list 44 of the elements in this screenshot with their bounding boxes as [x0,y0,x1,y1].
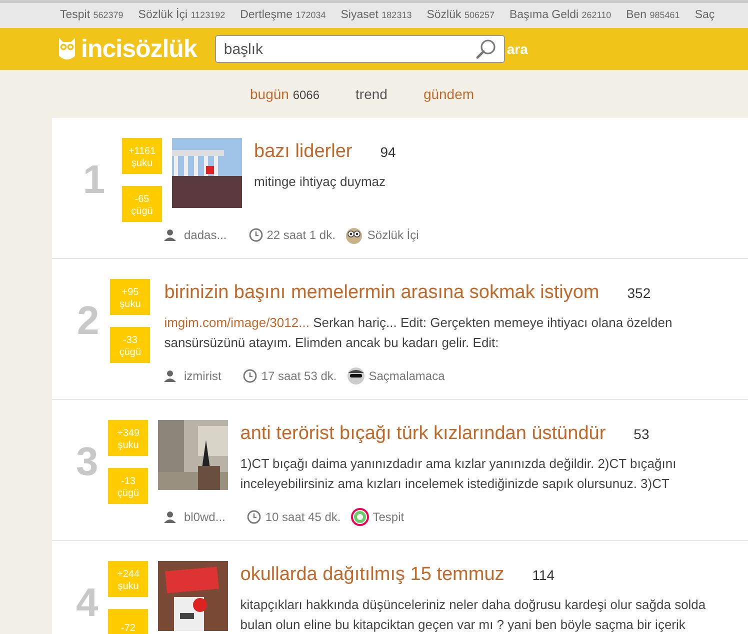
author-link[interactable]: bl0wd... [184,508,226,526]
tab[interactable]: gündem [423,84,474,104]
topic-title[interactable]: anti terörist bıçağı türk kızlarından üstündür [240,420,606,448]
clock-icon [247,510,262,524]
clock-icon [248,228,263,242]
category-link[interactable]: Saçmalamaca [368,367,445,385]
entry-snippet: kitapçıkları hakkında düşünceleriniz neler daha doğrusu kardeşi olur sağda solda bulan olun eline bu kitapciktan geçen var mı ? yani ben böyle saçma bir içerik [240,596,707,634]
category-link[interactable]: Saç [694,6,715,24]
link[interactable]: imgim.com/image/3012... [164,314,310,330]
category-link[interactable]: Sözlük 506257 [426,6,494,24]
topic-title[interactable]: okullarda dağıtılmış 15 temmuz [240,561,504,590]
owl-icon [57,36,77,62]
category-link[interactable]: Ben 985461 [626,6,680,24]
avatar-icon [346,367,365,385]
user-icon [164,511,176,523]
category-link[interactable]: Siyaset 182313 [340,6,412,24]
topic-title[interactable]: birinizin başını memelermin arasına sokmak istiyom [164,279,600,308]
category-link[interactable]: Tespit 562379 [60,6,124,24]
owl-icon [345,226,364,244]
category-link[interactable]: Tespit [372,508,404,526]
entry-count: 53 [634,425,650,444]
entry-snippet: mitinge ihtiyaç duymaz [254,172,386,191]
entry-snippet: imgim.com/image/3012... Serkan hariç... Edit: Gerçekten memeye ihtiyacı olana özelden sansürsüzünü atayım. Elimden ancak bu kadarı gelir. Edit: [164,314,674,352]
tag-icon [350,508,369,526]
tab[interactable]: trend [356,84,388,104]
user-icon [164,370,176,382]
category-link[interactable]: Sözlük İçi [367,226,419,244]
user-icon [164,229,176,241]
entry-time: 22 saat 1 dk. [266,227,336,244]
entry-count: 94 [380,143,396,162]
entry-time: 10 saat 45 dk. [265,509,341,526]
entry-count: 114 [532,566,555,585]
author-link[interactable]: dadas... [184,226,227,244]
category-link[interactable]: Başıma Geldi 262110 [510,6,612,24]
search-field[interactable]: başlık [214,35,505,63]
category-link[interactable]: Sözlük İçi 1123192 [138,6,226,24]
entry-time: 17 saat 53 dk. [261,368,337,385]
tab[interactable]: bugün 6066 [250,84,320,104]
entry-count: 352 [627,284,651,303]
clock-icon [243,369,258,383]
category-link[interactable]: Dertleşme 172034 [240,6,326,24]
author-link[interactable]: izmirist [184,367,222,385]
topic-title[interactable]: bazı liderler [254,138,352,166]
entry-snippet: 1)CT bıçağı daima yanınızdadır ama kızlar yanınızda değildir. 2)CT bıçağını inceleyebilirsiniz ama kızları incelemek istediğinizde sapık olursunuz. 3)CT [240,454,678,493]
